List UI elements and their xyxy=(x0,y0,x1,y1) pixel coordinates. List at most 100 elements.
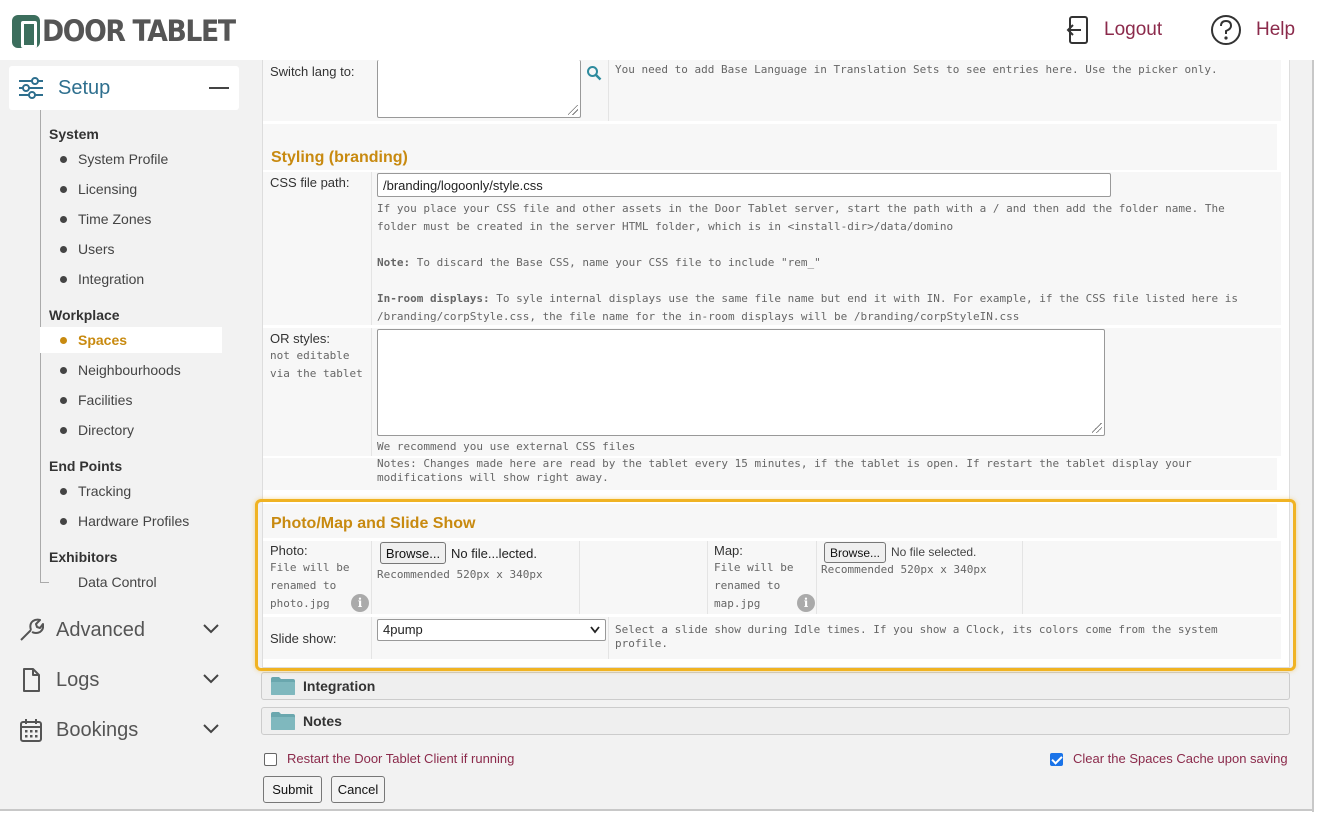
css-help-line-2: folder must be created in the server HTM… xyxy=(377,220,954,233)
app-header: DOOR TABLET Logout Help xyxy=(0,0,1313,60)
or-styles-sub-line: not editable xyxy=(270,349,350,362)
logout-link[interactable]: Logout xyxy=(1066,14,1162,46)
inroom-line-1: In-room displays: To syle internal displ… xyxy=(377,290,1238,308)
clear-cache-checkbox[interactable] xyxy=(1050,753,1063,766)
bullet-icon xyxy=(60,517,67,525)
divider xyxy=(371,541,372,614)
styling-title-row xyxy=(263,124,1277,170)
divider xyxy=(608,60,609,121)
sidebar-item-users[interactable]: Users xyxy=(40,236,222,262)
css-path-input[interactable]: /branding/logoonly/style.css xyxy=(377,173,1111,197)
sidebar-item-system-profile[interactable]: System Profile xyxy=(40,146,222,172)
sidebar-item-directory[interactable]: Directory xyxy=(40,417,222,443)
restart-client-checkbox[interactable] xyxy=(264,753,277,766)
integration-section-toggle[interactable]: Integration xyxy=(261,672,1290,700)
photo-sub-line: photo.jpg xyxy=(270,597,330,610)
sidebar-item-facilities[interactable]: Facilities xyxy=(40,387,222,413)
photo-sub-line: File will be xyxy=(270,561,350,574)
bullet-icon xyxy=(60,487,67,495)
submit-button[interactable]: Submit xyxy=(263,776,322,803)
photo-file-status: No file...lected. xyxy=(451,546,537,561)
bullet-icon xyxy=(60,215,67,223)
styling-section-title: Styling (branding) xyxy=(271,149,408,166)
divider xyxy=(608,617,609,659)
info-icon[interactable]: i xyxy=(797,594,815,612)
logo-text: DOOR TABLET xyxy=(42,14,236,48)
sidebar-item-label: Users xyxy=(78,241,115,257)
sidebar-item-time-zones[interactable]: Time Zones xyxy=(40,206,222,232)
chevron-down-icon xyxy=(203,674,219,684)
cancel-button[interactable]: Cancel xyxy=(331,776,385,803)
bullet-icon xyxy=(60,426,67,434)
main-content: Switch lang to: You need to add Base Lan… xyxy=(250,60,1313,810)
slideshow-selected: 4pump xyxy=(383,622,423,637)
sidebar-item-spaces[interactable]: Spaces xyxy=(40,327,222,353)
switch-lang-label: Switch lang to: xyxy=(270,64,355,79)
photo-sub: File will be renamed to photo.jpg xyxy=(270,559,349,613)
help-link[interactable]: Help xyxy=(1210,14,1295,46)
sliders-icon xyxy=(19,77,43,99)
calendar-icon xyxy=(20,719,42,742)
divider xyxy=(1022,541,1023,614)
sidebar-item-hardware-profiles[interactable]: Hardware Profiles xyxy=(40,508,222,534)
sidebar-item-label: Integration xyxy=(78,271,145,287)
switch-lang-input[interactable] xyxy=(377,60,581,118)
chevron-down-icon xyxy=(590,626,600,634)
sidebar-item-label: Data Control xyxy=(78,574,157,590)
divider xyxy=(579,541,580,614)
sidebar-item-label: Spaces xyxy=(78,332,128,348)
nav-bookings[interactable]: Bookings xyxy=(18,715,232,745)
sidebar-item-label: Tracking xyxy=(78,483,132,499)
map-file-status: No file selected. xyxy=(891,545,977,559)
slideshow-select[interactable]: 4pump xyxy=(377,619,606,641)
photo-map-section-title: Photo/Map and Slide Show xyxy=(271,515,476,532)
restart-client-label[interactable]: Restart the Door Tablet Client if runnin… xyxy=(287,751,514,766)
divider xyxy=(371,172,372,325)
nav-logs[interactable]: Logs xyxy=(18,665,232,695)
inroom-label: In-room displays: xyxy=(377,292,490,305)
styling-notes: Notes: Changes made here are read by the… xyxy=(377,457,1192,485)
divider xyxy=(816,541,817,614)
sidebar-item-label: System Profile xyxy=(78,151,169,167)
bullet-icon xyxy=(60,275,67,283)
help-icon xyxy=(1211,15,1241,45)
slideshow-hint-line: profile. xyxy=(615,637,668,650)
sidebar: Setup System System Profile Licensing Ti… xyxy=(0,60,250,810)
inroom-line-2: /branding/corpStyle.css, the file name f… xyxy=(377,310,1020,323)
sidebar-item-tracking[interactable]: Tracking xyxy=(40,478,222,504)
photo-label: Photo: xyxy=(270,543,308,558)
map-label: Map: xyxy=(714,543,743,558)
sidebar-item-neighbourhoods[interactable]: Neighbourhoods xyxy=(40,357,222,383)
info-icon[interactable]: i xyxy=(351,594,369,612)
sidebar-item-label: Hardware Profiles xyxy=(78,513,190,529)
clear-cache-label[interactable]: Clear the Spaces Cache upon saving xyxy=(1073,751,1288,766)
setup-label: Setup xyxy=(58,76,111,99)
slideshow-label: Slide show: xyxy=(270,631,337,646)
file-icon xyxy=(23,668,40,692)
map-browse-button[interactable]: Browse... xyxy=(824,542,886,563)
nav-advanced-label: Advanced xyxy=(56,618,145,641)
collapse-minus-icon[interactable] xyxy=(209,87,229,89)
notes-section-toggle[interactable]: Notes xyxy=(261,707,1290,735)
photo-browse-button[interactable]: Browse... xyxy=(380,542,446,564)
sidebar-item-label: Directory xyxy=(78,422,135,438)
nav-advanced[interactable]: Advanced xyxy=(18,615,232,645)
sidebar-item-integration[interactable]: Integration xyxy=(40,266,222,292)
css-help-line-1: If you place your CSS file and other ass… xyxy=(377,202,1225,215)
or-styles-textarea[interactable] xyxy=(377,329,1105,436)
setup-menu-header[interactable]: Setup xyxy=(9,66,239,110)
chevron-down-icon xyxy=(203,624,219,634)
page-shadow xyxy=(0,809,1314,811)
map-sub: File will be renamed to map.jpg xyxy=(714,559,793,613)
divider xyxy=(371,328,372,456)
slideshow-hint-line: Select a slide show during Idle times. I… xyxy=(615,623,1218,636)
divider xyxy=(371,617,372,659)
sidebar-item-label: Time Zones xyxy=(78,211,152,227)
app-logo[interactable]: DOOR TABLET xyxy=(12,14,251,48)
sidebar-item-data-control[interactable]: Data Control xyxy=(40,569,222,595)
section-exhibitors: Exhibitors xyxy=(49,549,118,565)
photo-recommend: Recommended 520px x 340px xyxy=(377,568,543,581)
door-logo-icon xyxy=(12,14,40,48)
search-icon[interactable] xyxy=(586,65,602,81)
sidebar-item-licensing[interactable]: Licensing xyxy=(40,176,222,202)
